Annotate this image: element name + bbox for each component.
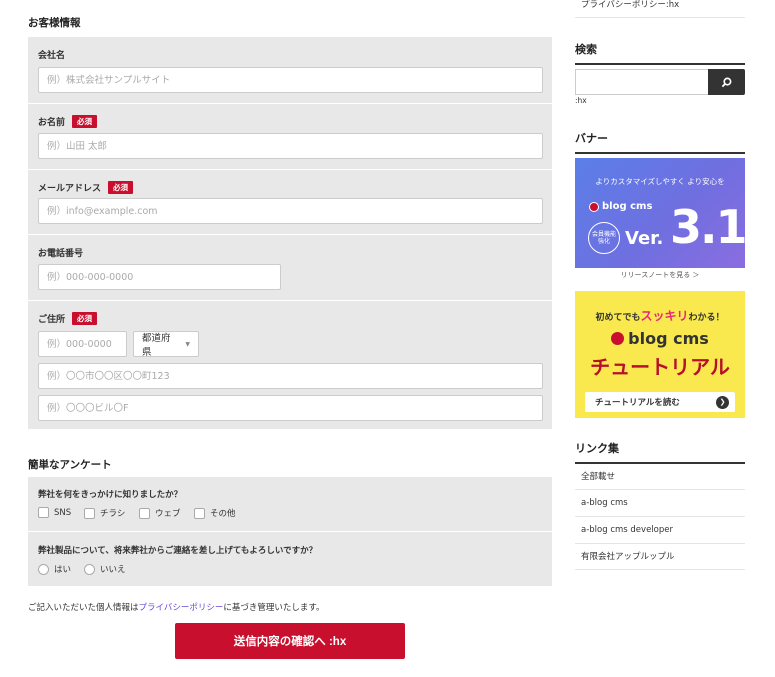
name-label: お名前 必須 — [38, 115, 98, 128]
search-heading: 検索 — [575, 41, 745, 65]
address-label-text: ご住所 — [38, 315, 66, 325]
customer-form: 会社名 お名前必須 メールアドレス必須 お電話番号 ご住所必須 都道府県▼ — [28, 37, 552, 429]
radio-label: はい — [54, 565, 72, 575]
checkbox-label: SNS — [54, 507, 72, 518]
privacy-prefix: ご記入いただいた個人情報は — [28, 603, 139, 613]
radio-no[interactable]: いいえ — [84, 563, 126, 575]
banner1-brand: blog cms — [602, 201, 653, 212]
banner2-top: 初めてでも — [595, 313, 641, 323]
sidebar-link[interactable]: 全部載せ — [575, 463, 745, 490]
release-notes-link[interactable]: リリースノートを見る ＞ — [575, 270, 745, 280]
customer-info-heading: お客様情報 — [28, 17, 81, 29]
search-icon — [721, 77, 732, 87]
search-note: :hx — [575, 96, 587, 105]
zip-input[interactable] — [38, 331, 127, 357]
checkbox-box — [84, 507, 95, 519]
sidebar-privacy-link[interactable]: プライバシーポリシー:hx — [575, 0, 745, 18]
building-input[interactable] — [38, 395, 543, 421]
checkbox-box — [139, 507, 150, 519]
required-badge: 必須 — [72, 312, 98, 325]
banner1-ver: Ver. — [625, 228, 664, 249]
banner1-tagline: よりカスタマイズしやすく より安心を — [595, 177, 725, 186]
banner2-title: チュートリアル — [590, 355, 730, 379]
radio-circle — [38, 563, 49, 575]
radio-yes[interactable]: はい — [38, 563, 71, 575]
banner2-tagline: 初めてでもスッキリわかる！ — [575, 307, 745, 324]
tutorial-banner[interactable]: 初めてでもスッキリわかる！ blog cms チュートリアル チュートリアルを読… — [575, 291, 745, 418]
email-row: メールアドレス 必須 — [28, 169, 552, 234]
email-input[interactable] — [38, 198, 543, 224]
address-label: ご住所 必須 — [38, 312, 98, 325]
checkbox-label: その他 — [210, 509, 236, 519]
email-label: メールアドレス 必須 — [38, 181, 134, 194]
city-input[interactable] — [38, 363, 543, 389]
survey-q1-label: 弊社を何をきっかけに知りましたか？ — [38, 490, 183, 500]
banner2-button[interactable]: チュートリアルを読む ❯ — [585, 392, 735, 412]
checkbox-box — [38, 507, 49, 518]
name-input[interactable] — [38, 133, 543, 159]
radio-label: いいえ — [100, 565, 126, 575]
checkbox-label: チラシ — [100, 509, 126, 519]
banner1-badge-1: 会員機能 — [591, 230, 616, 238]
survey-q2-row: 弊社製品について、将来弊社からご連絡を差し上げてもよろしいですか？ はい いいえ — [28, 531, 552, 586]
banner2-highlight: スッキリ — [640, 309, 689, 323]
sidebar-link[interactable]: a-blog cms — [575, 490, 745, 517]
privacy-note: ご記入いただいた個人情報はプライバシーポリシーに基づき管理いたします。 — [28, 601, 325, 613]
ablog-logo-icon — [589, 201, 599, 212]
arrow-right-icon: ❯ — [716, 395, 729, 409]
survey-q2-label: 弊社製品について、将来弊社からご連絡を差し上げてもよろしいですか？ — [38, 546, 318, 556]
checkbox-flyer[interactable]: チラシ — [84, 507, 125, 519]
sidebar-link[interactable]: 有限会社アップルップル — [575, 543, 745, 570]
checkbox-box — [194, 507, 205, 519]
banner2-logo: blog cms — [575, 329, 745, 348]
name-label-text: お名前 — [38, 118, 66, 128]
phone-row: お電話番号 — [28, 234, 552, 300]
checkbox-other[interactable]: その他 — [194, 507, 236, 519]
privacy-suffix: に基づき管理いたします。 — [223, 603, 325, 613]
banner-heading: バナー — [575, 130, 745, 154]
chevron-down-icon: ▼ — [185, 340, 190, 348]
ablog-logo-icon — [611, 332, 625, 345]
submit-button[interactable]: 送信内容の確認へ :hx — [175, 623, 405, 659]
prefecture-value: 都道府県 — [142, 333, 171, 358]
sidebar-link[interactable]: a-blog cms developer — [575, 517, 745, 544]
banner1-badge: 会員機能 強化 — [588, 222, 620, 254]
radio-circle — [84, 563, 95, 575]
banner1-badge-2: 強化 — [597, 238, 610, 245]
prefecture-select[interactable]: 都道府県 ▼ — [133, 331, 199, 358]
required-badge: 必須 — [108, 181, 134, 194]
privacy-policy-link[interactable]: プライバシーポリシー — [139, 603, 224, 613]
email-label-text: メールアドレス — [38, 184, 102, 194]
survey-heading: 簡単なアンケート — [28, 459, 112, 471]
search-button[interactable] — [708, 69, 745, 95]
release-banner[interactable]: よりカスタマイズしやすく より安心を blog cms 会員機能 強化 Ver.… — [575, 158, 745, 268]
banner2-top-end: わかる！ — [688, 313, 725, 323]
phone-label: お電話番号 — [38, 249, 84, 259]
banner2-button-label: チュートリアルを読む — [595, 398, 680, 408]
checkbox-label: ウェブ — [155, 509, 181, 519]
company-row: 会社名 — [28, 37, 552, 103]
banner1-version-number: 3.1 — [670, 200, 745, 254]
name-row: お名前 必須 — [28, 103, 552, 169]
survey-q1-row: 弊社を何をきっかけに知りましたか？ SNS チラシ ウェブ その他 — [28, 477, 552, 531]
survey-form: 弊社を何をきっかけに知りましたか？ SNS チラシ ウェブ その他 弊社製品につ… — [28, 477, 552, 586]
company-label: 会社名 — [38, 51, 66, 61]
checkbox-web[interactable]: ウェブ — [139, 507, 181, 519]
address-row: ご住所必須 都道府県 ▼ — [28, 300, 552, 429]
banner2-brand: blog cms — [628, 329, 709, 348]
phone-input[interactable] — [38, 264, 281, 290]
links-heading: リンク集 — [575, 440, 745, 464]
banner1-logo: blog cms — [589, 201, 652, 212]
search-input[interactable] — [575, 69, 708, 95]
checkbox-sns[interactable]: SNS — [38, 507, 71, 518]
required-badge: 必須 — [72, 115, 98, 128]
company-input[interactable] — [38, 67, 543, 93]
